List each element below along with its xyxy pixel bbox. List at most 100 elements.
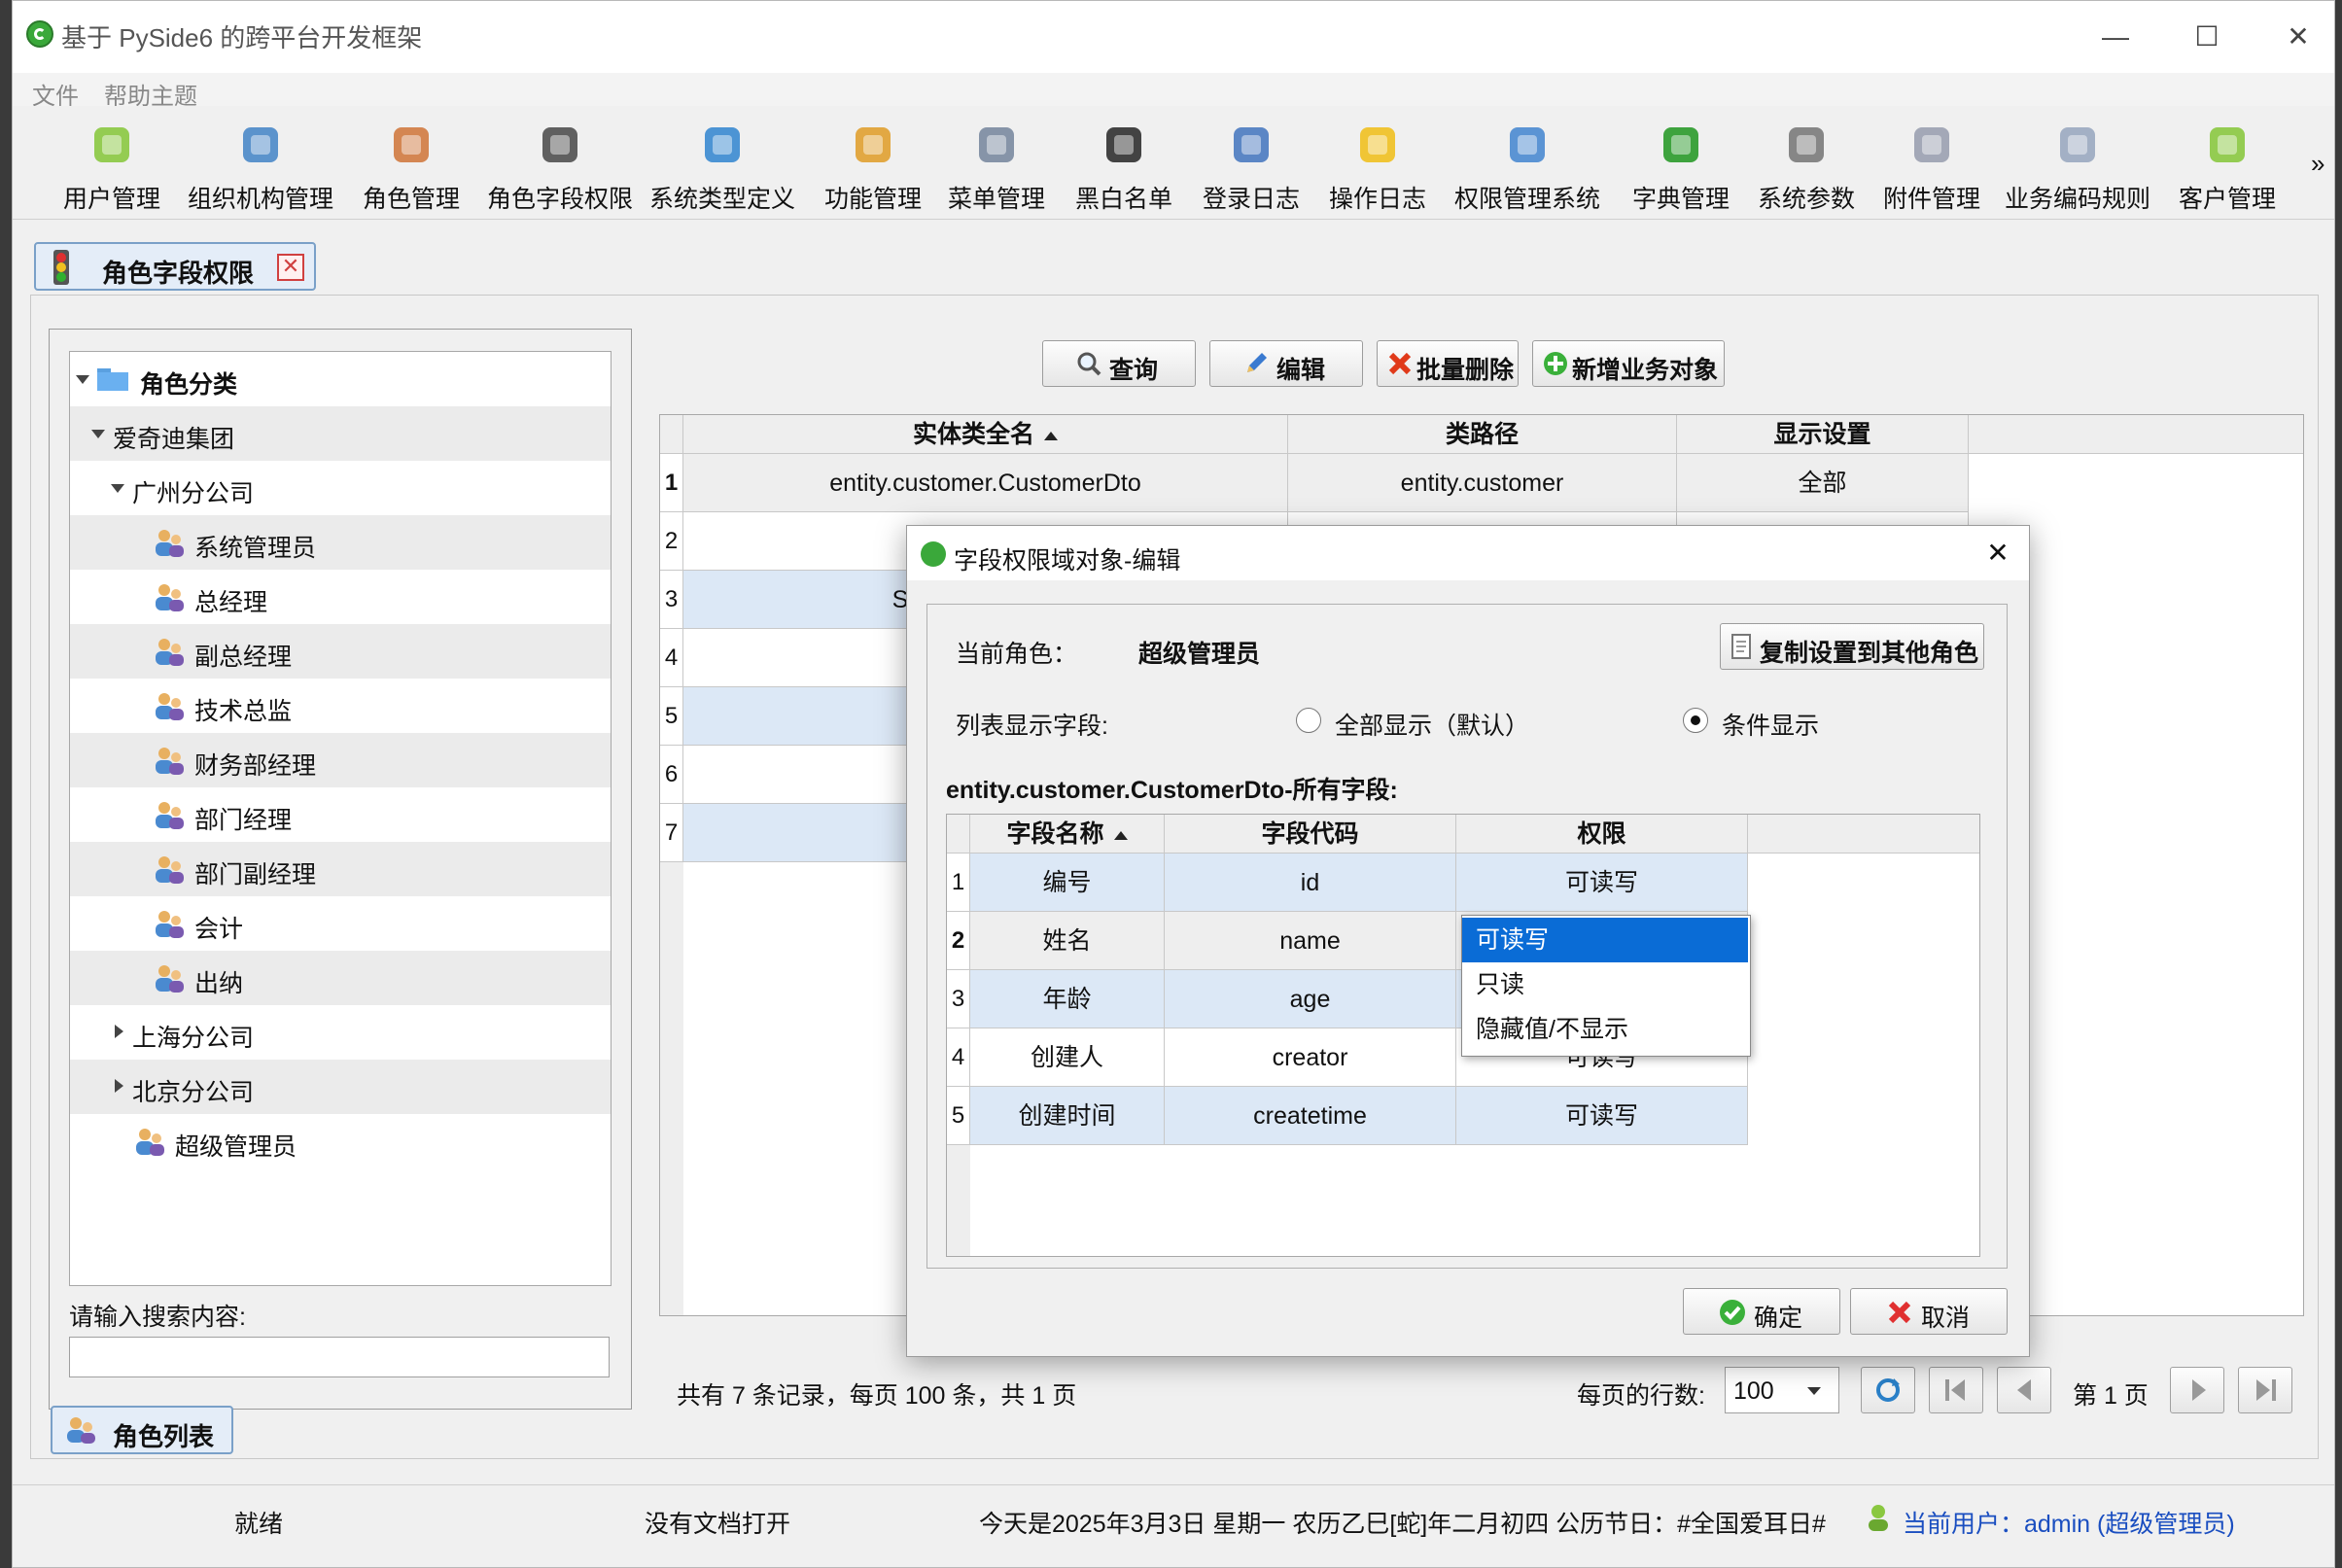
dropdown-option[interactable]: 只读 bbox=[1462, 962, 1748, 1007]
toolbar-button-10[interactable]: 权限管理系统 bbox=[1445, 116, 1610, 213]
tab-label: 角色字段权限 bbox=[102, 259, 255, 288]
toolbar-more-button[interactable]: » bbox=[2311, 149, 2325, 179]
tree-node[interactable]: 上海分公司 bbox=[70, 1005, 611, 1060]
cell-field-code[interactable]: name bbox=[1165, 912, 1456, 970]
column-header-permission[interactable]: 权限 bbox=[1456, 815, 1748, 854]
toolbar-button-5[interactable]: 功能管理 bbox=[815, 116, 931, 213]
search-input[interactable] bbox=[69, 1337, 610, 1377]
cell-permission[interactable]: 可读写 bbox=[1456, 854, 1748, 912]
rows-per-page-label: 每页的行数: bbox=[1577, 1382, 1705, 1410]
org-chart-icon bbox=[235, 120, 286, 170]
toolbar-button-15[interactable]: 客户管理 bbox=[2169, 116, 2286, 213]
radio-show-all[interactable] bbox=[1296, 708, 1321, 733]
field-row[interactable]: 5 创建时间 createtime 可读写 bbox=[947, 1087, 1748, 1145]
last-page-button[interactable] bbox=[2238, 1367, 2292, 1413]
tree-node[interactable]: 超级管理员 bbox=[70, 1114, 611, 1168]
toolbar-button-0[interactable]: 用户管理 bbox=[53, 116, 170, 213]
refresh-icon bbox=[1876, 1378, 1900, 1402]
tree-node[interactable]: 爱奇迪集团 bbox=[70, 406, 611, 461]
column-header-field-name[interactable]: 字段名称 bbox=[970, 815, 1165, 854]
role-tree[interactable]: 角色分类 爱奇迪集团 广州分公司 系统管理员 总经理 副总经理 技术总监 财务部经理 部门经理部… bbox=[69, 351, 612, 1286]
cancel-button[interactable]: 取消 bbox=[1850, 1288, 2008, 1335]
tree-node[interactable]: 部门副经理 bbox=[70, 842, 611, 896]
toolbar-button-3[interactable]: 角色字段权限 bbox=[477, 116, 643, 213]
tree-root[interactable]: 角色分类 bbox=[70, 352, 611, 406]
rows-per-page-select[interactable]: 100 bbox=[1725, 1367, 1839, 1413]
pager: 共有 7 条记录，每页 100 条，共 1 页 每页的行数: 100 第 1 页 bbox=[659, 1365, 2302, 1423]
toolbar-button-4[interactable]: 系统类型定义 bbox=[640, 116, 805, 213]
query-button[interactable]: 查询 bbox=[1042, 340, 1196, 387]
add-icon bbox=[1544, 352, 1567, 375]
close-button[interactable]: ✕ bbox=[2264, 15, 2332, 59]
toolbar-button-7[interactable]: 黑白名单 bbox=[1066, 116, 1182, 213]
dialog-close-button[interactable]: ✕ bbox=[1980, 536, 2015, 571]
cell-permission[interactable]: 可读写 bbox=[1456, 1087, 1748, 1145]
dropdown-option[interactable]: 可读写 bbox=[1462, 918, 1748, 962]
column-header-class-path[interactable]: 类路径 bbox=[1288, 415, 1677, 454]
radio-conditional-label[interactable]: 条件显示 bbox=[1722, 707, 1819, 742]
dropdown-option[interactable]: 隐藏值/不显示 bbox=[1462, 1007, 1748, 1052]
tree-node[interactable]: 广州分公司 bbox=[70, 461, 611, 515]
status-date: 今天是2025年3月3日 星期一 农历乙巳[蛇]年二月初四 公历节日：#全国爱耳… bbox=[979, 1511, 1826, 1538]
cell-field-code[interactable]: creator bbox=[1165, 1028, 1456, 1087]
sort-asc-icon bbox=[1113, 830, 1128, 840]
tree-node[interactable]: 系统管理员 bbox=[70, 515, 611, 570]
tree-node[interactable]: 副总经理 bbox=[70, 624, 611, 679]
batch-delete-button[interactable]: 批量删除 bbox=[1377, 340, 1519, 387]
cell-entity-name[interactable]: entity.customer.CustomerDto bbox=[683, 454, 1288, 512]
cell-field-name[interactable]: 创建时间 bbox=[970, 1087, 1165, 1145]
field-row[interactable]: 1 编号 id 可读写 bbox=[947, 854, 1748, 912]
cell-display[interactable]: 全部 bbox=[1677, 454, 1969, 512]
sort-asc-icon bbox=[1044, 431, 1058, 440]
minimize-button[interactable]: — bbox=[2081, 15, 2150, 59]
tree-node[interactable]: 总经理 bbox=[70, 570, 611, 624]
column-header-entity-name[interactable]: 实体类全名 bbox=[683, 415, 1288, 454]
toolbar-button-8[interactable]: 登录日志 bbox=[1193, 116, 1310, 213]
row-number: 6 bbox=[660, 746, 683, 804]
toolbar-button-12[interactable]: 系统参数 bbox=[1748, 116, 1865, 213]
cell-field-code[interactable]: age bbox=[1165, 970, 1456, 1028]
cell-field-name[interactable]: 年龄 bbox=[970, 970, 1165, 1028]
app-logo-icon bbox=[921, 541, 946, 567]
tree-node[interactable]: 出纳 bbox=[70, 951, 611, 1005]
cell-field-name[interactable]: 姓名 bbox=[970, 912, 1165, 970]
tree-node[interactable]: 部门经理 bbox=[70, 787, 611, 842]
permission-dropdown[interactable]: 可读写 只读 隐藏值/不显示 bbox=[1461, 915, 1751, 1057]
tree-node[interactable]: 北京分公司 bbox=[70, 1060, 611, 1114]
tree-node[interactable]: 会计 bbox=[70, 896, 611, 951]
next-page-button[interactable] bbox=[2170, 1367, 2224, 1413]
toolbar-button-1[interactable]: 组织机构管理 bbox=[178, 116, 343, 213]
tree-node[interactable]: 财务部经理 bbox=[70, 733, 611, 787]
refresh-button[interactable] bbox=[1861, 1367, 1915, 1413]
tab-close-icon[interactable]: ✕ bbox=[277, 254, 304, 281]
cell-field-code[interactable]: id bbox=[1165, 854, 1456, 912]
tab-role-list[interactable]: 角色列表 bbox=[51, 1406, 233, 1454]
toolbar-button-9[interactable]: 操作日志 bbox=[1319, 116, 1436, 213]
first-page-button[interactable] bbox=[1929, 1367, 1983, 1413]
filler-header bbox=[1748, 815, 1979, 854]
cell-field-code[interactable]: createtime bbox=[1165, 1087, 1456, 1145]
tree-node[interactable]: 技术总监 bbox=[70, 679, 611, 733]
maximize-button[interactable]: ☐ bbox=[2173, 15, 2241, 59]
role-icon bbox=[156, 856, 184, 884]
cell-class-path[interactable]: entity.customer bbox=[1288, 454, 1677, 512]
ok-button[interactable]: 确定 bbox=[1683, 1288, 1840, 1335]
toolbar-button-13[interactable]: 附件管理 bbox=[1873, 116, 1990, 213]
cell-field-name[interactable]: 编号 bbox=[970, 854, 1165, 912]
column-header-field-code[interactable]: 字段代码 bbox=[1165, 815, 1456, 854]
toolbar-button-11[interactable]: 字典管理 bbox=[1623, 116, 1739, 213]
edit-button[interactable]: 编辑 bbox=[1209, 340, 1363, 387]
toolbar-button-6[interactable]: 菜单管理 bbox=[938, 116, 1055, 213]
radio-show-all-label[interactable]: 全部显示（默认） bbox=[1335, 707, 1529, 742]
copy-to-other-roles-button[interactable]: 复制设置到其他角色 bbox=[1720, 623, 1984, 670]
table-row[interactable]: 1 entity.customer.CustomerDto entity.custo… bbox=[660, 454, 1969, 512]
paperclip-icon bbox=[1906, 120, 1957, 170]
column-header-display[interactable]: 显示设置 bbox=[1677, 415, 1969, 454]
prev-page-button[interactable] bbox=[1997, 1367, 2051, 1413]
add-business-object-button[interactable]: 新增业务对象 bbox=[1532, 340, 1725, 387]
toolbar-button-14[interactable]: 业务编码规则 bbox=[1995, 116, 2160, 213]
tab-role-field-permission[interactable]: 角色字段权限 ✕ bbox=[34, 242, 316, 291]
toolbar-button-2[interactable]: 角色管理 bbox=[353, 116, 470, 213]
radio-conditional[interactable] bbox=[1683, 708, 1708, 733]
cell-field-name[interactable]: 创建人 bbox=[970, 1028, 1165, 1087]
